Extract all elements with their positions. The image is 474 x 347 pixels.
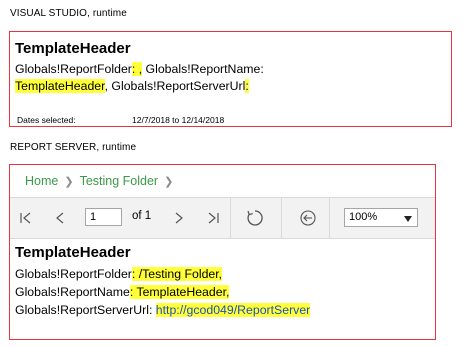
breadcrumb-chevron-icon: ❯ (64, 176, 74, 188)
previous-page-icon (56, 212, 64, 224)
dates-selected-label: Dates selected: (17, 115, 76, 125)
dates-selected-value: 12/7/2018 to 12/14/2018 (132, 115, 225, 125)
breadcrumb-home-link[interactable]: Home (25, 174, 58, 188)
breadcrumb-chevron-icon: ❯ (164, 176, 174, 188)
rs-report-viewer: Home ❯ Testing Folder ❯ of 1 100% (9, 164, 436, 340)
toolbar-separator (230, 198, 231, 238)
vs-report-folder-value: : , (131, 62, 143, 76)
rs-server-url-link[interactable]: http://gcod049/ReportServer (155, 303, 311, 317)
rs-line-3: Globals!ReportServerUrl: http://gcod049/… (15, 303, 311, 318)
zoom-value: 100% (349, 211, 378, 223)
next-page-button[interactable] (168, 207, 190, 229)
refresh-button[interactable] (244, 207, 266, 229)
dropdown-caret-icon (404, 213, 412, 225)
zoom-select[interactable]: 100% (344, 208, 418, 227)
back-icon (300, 210, 316, 226)
last-page-button[interactable] (202, 207, 224, 229)
rs-report-name-value: : TemplateHeader, (129, 285, 230, 299)
first-page-icon (20, 212, 31, 224)
page-number-input[interactable] (85, 208, 122, 226)
breadcrumb: Home ❯ Testing Folder ❯ (25, 174, 179, 188)
vs-report-title: TemplateHeader (15, 40, 131, 57)
breadcrumb-folder-link[interactable]: Testing Folder (80, 174, 159, 188)
vs-report-folder-label: Globals!ReportFolder (15, 62, 132, 76)
toolbar-separator (281, 198, 282, 238)
vs-line-2: TemplateHeader, Globals!ReportServerUrl: (15, 79, 249, 94)
toolbar-separator (329, 198, 330, 238)
vs-section-label: VISUAL STUDIO, runtime (10, 8, 127, 19)
rs-section-label: REPORT SERVER, runtime (10, 142, 137, 153)
next-page-icon (175, 212, 183, 224)
rs-report-folder-value: : /Testing Folder, (131, 267, 223, 281)
refresh-icon (247, 210, 263, 226)
rs-report-name-label: Globals!ReportName (15, 285, 130, 299)
rs-line-2: Globals!ReportName: TemplateHeader, (15, 285, 230, 300)
page-count-label: of 1 (132, 210, 152, 222)
vs-report-name-value: TemplateHeader (15, 79, 105, 93)
rs-server-url-label: Globals!ReportServerUrl: (15, 303, 156, 317)
vs-server-url-value: : (245, 79, 249, 93)
vs-report-name-label: Globals!ReportName: (142, 62, 264, 76)
vs-server-url-label: , Globals!ReportServerUrl (104, 79, 246, 93)
back-button[interactable] (297, 207, 319, 229)
vs-report-preview: TemplateHeader Globals!ReportFolder: , G… (9, 31, 452, 127)
rs-line-1: Globals!ReportFolder: /Testing Folder, (15, 267, 223, 282)
previous-page-button[interactable] (49, 207, 71, 229)
first-page-button[interactable] (15, 207, 37, 229)
rs-report-folder-label: Globals!ReportFolder (15, 267, 132, 281)
vs-line-1: Globals!ReportFolder: , Globals!ReportNa… (15, 62, 264, 77)
report-toolbar: of 1 100% (10, 198, 435, 239)
last-page-icon (208, 212, 219, 224)
vs-dates-row: Dates selected: 12/7/2018 to 12/14/2018 (17, 115, 224, 125)
rs-report-title: TemplateHeader (15, 244, 131, 261)
